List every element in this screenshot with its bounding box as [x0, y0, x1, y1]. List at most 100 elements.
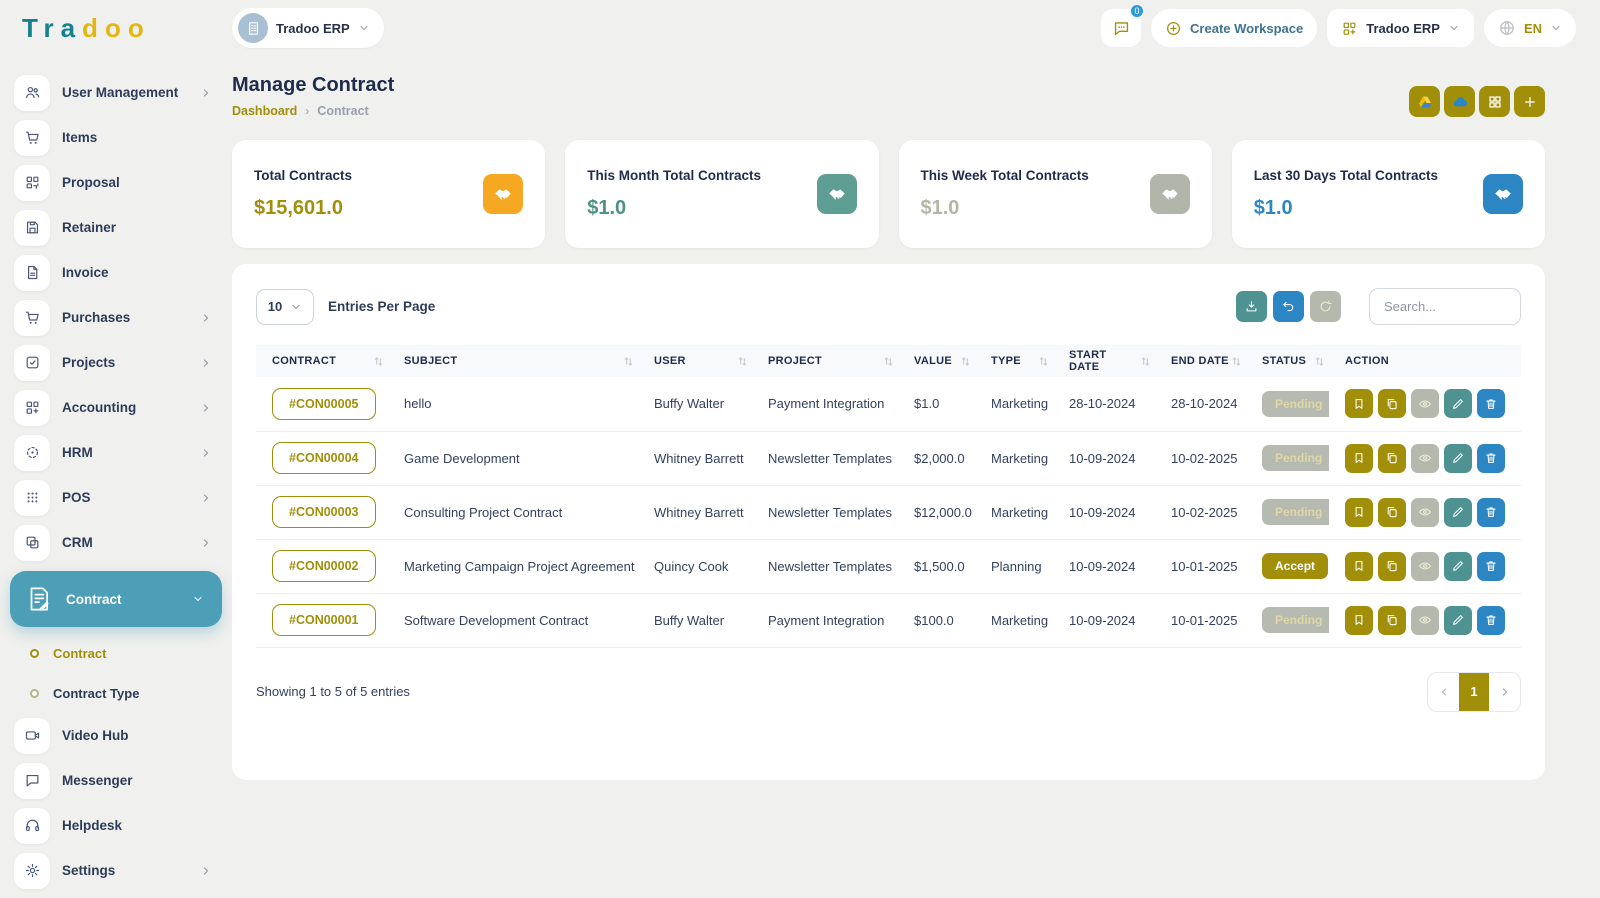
language-selector[interactable]: EN: [1483, 9, 1576, 47]
bookmark-button[interactable]: [1345, 497, 1373, 527]
sidebar-item-contract[interactable]: Contract: [10, 571, 222, 627]
create-workspace-button[interactable]: Create Workspace: [1151, 9, 1318, 47]
trash-button[interactable]: [1477, 551, 1505, 581]
breadcrumb: Dashboard › Contract: [232, 104, 394, 118]
stat-card-total-contracts: Total Contracts $15,601.0: [232, 140, 546, 248]
sidebar-item-pos[interactable]: POS: [0, 475, 232, 520]
column-header-end-date[interactable]: END DATE: [1155, 345, 1246, 377]
contract-id-badge[interactable]: #CON00002: [272, 550, 376, 582]
export-download-button[interactable]: [1236, 291, 1267, 322]
chevron-right-icon: [1499, 686, 1511, 698]
sidebar-item-crm[interactable]: CRM: [0, 520, 232, 565]
trash-button[interactable]: [1477, 605, 1505, 635]
sidebar-item-proposal[interactable]: Proposal: [0, 160, 232, 205]
contract-id-badge[interactable]: #CON00001: [272, 604, 376, 636]
sidebar-item-retainer[interactable]: Retainer: [0, 205, 232, 250]
plus-button[interactable]: [1514, 86, 1545, 117]
eye-button[interactable]: [1411, 605, 1439, 635]
eye-button[interactable]: [1411, 389, 1439, 419]
workspace-selector[interactable]: Tradoo ERP: [232, 8, 384, 48]
column-header-user[interactable]: USER: [638, 345, 752, 377]
eye-button[interactable]: [1411, 443, 1439, 473]
cloud-button[interactable]: [1444, 86, 1475, 117]
column-header-value[interactable]: VALUE: [898, 345, 975, 377]
topbar: Tradoo Tradoo ERP 0 Create Workspace Tra…: [0, 0, 1600, 56]
stat-label: This Month Total Contracts: [587, 168, 761, 183]
pencil-button[interactable]: [1444, 389, 1472, 419]
sort-icon: [737, 356, 748, 367]
sidebar-subitem-contract-type[interactable]: Contract Type: [0, 673, 232, 713]
copy-button[interactable]: [1378, 389, 1406, 419]
contract-id-badge[interactable]: #CON00004: [272, 442, 376, 474]
breadcrumb-dashboard-link[interactable]: Dashboard: [232, 104, 297, 118]
copy-button[interactable]: [1378, 551, 1406, 581]
column-header-type[interactable]: TYPE: [975, 345, 1053, 377]
cart-icon: [14, 299, 50, 336]
eye-icon: [1418, 451, 1432, 465]
trash-button[interactable]: [1477, 443, 1505, 473]
pencil-button[interactable]: [1444, 605, 1472, 635]
sidebar-item-invoice[interactable]: Invoice: [0, 250, 232, 295]
sidebar-subitem-contract[interactable]: Contract: [0, 633, 232, 673]
copy-button[interactable]: [1378, 443, 1406, 473]
contract-id-badge[interactable]: #CON00005: [272, 387, 376, 420]
chevron-right-icon: [200, 865, 212, 877]
pencil-button[interactable]: [1444, 551, 1472, 581]
table-row: #CON00001 Software Development Contract Bu…: [256, 593, 1521, 648]
pencil-button[interactable]: [1444, 443, 1472, 473]
bookmark-button[interactable]: [1345, 551, 1373, 581]
sidebar-item-accounting[interactable]: Accounting: [0, 385, 232, 430]
sidebar-item-purchases[interactable]: Purchases: [0, 295, 232, 340]
refresh-button[interactable]: [1310, 291, 1341, 322]
column-header-contract[interactable]: CONTRACT: [256, 345, 388, 377]
column-header-start-date[interactable]: START DATE: [1053, 345, 1155, 377]
cell-action: [1329, 377, 1521, 432]
chevron-right-icon: [200, 87, 212, 99]
bookmark-button[interactable]: [1345, 389, 1373, 419]
column-label: STATUS: [1262, 355, 1307, 367]
chevron-right-icon: [200, 537, 212, 549]
drive-button[interactable]: [1409, 86, 1440, 117]
grid-button[interactable]: [1479, 86, 1510, 117]
erp-apps-button[interactable]: Tradoo ERP: [1327, 9, 1474, 47]
handshake-icon: [483, 174, 524, 214]
next-page-button[interactable]: [1489, 672, 1520, 711]
column-label: VALUE: [914, 355, 952, 367]
sidebar-item-label: Settings: [62, 863, 116, 878]
column-header-status[interactable]: STATUS: [1246, 345, 1329, 377]
undo-button[interactable]: [1273, 291, 1304, 322]
trash-icon: [1484, 505, 1498, 519]
sidebar-item-messenger[interactable]: Messenger: [0, 758, 232, 803]
trash-button[interactable]: [1477, 497, 1505, 527]
bookmark-button[interactable]: [1345, 605, 1373, 635]
sidebar-item-helpdesk[interactable]: Helpdesk: [0, 803, 232, 848]
column-header-project[interactable]: PROJECT: [752, 345, 898, 377]
table-row: #CON00002 Marketing Campaign Project Agre…: [256, 539, 1521, 594]
eye-button[interactable]: [1411, 551, 1439, 581]
cell-user: Whitney Barrett: [638, 485, 752, 540]
copy-button[interactable]: [1378, 497, 1406, 527]
plus-icon: [1522, 94, 1538, 110]
entries-per-page-select[interactable]: 10: [256, 288, 314, 325]
sidebar-item-user-management[interactable]: User Management: [0, 70, 232, 115]
headset-icon: [14, 807, 50, 844]
sidebar-item-projects[interactable]: Projects: [0, 340, 232, 385]
copy-button[interactable]: [1378, 605, 1406, 635]
prev-page-button[interactable]: [1428, 672, 1459, 711]
column-header-subject[interactable]: SUBJECT: [388, 345, 638, 377]
search-input[interactable]: [1369, 288, 1521, 325]
pencil-icon: [1451, 451, 1465, 465]
trash-button[interactable]: [1477, 389, 1505, 419]
page-number-current[interactable]: 1: [1459, 672, 1489, 711]
sidebar-item-video-hub[interactable]: Video Hub: [0, 713, 232, 758]
sidebar-item-items[interactable]: Items: [0, 115, 232, 160]
bookmark-button[interactable]: [1345, 443, 1373, 473]
contract-id-badge[interactable]: #CON00003: [272, 496, 376, 528]
cell-status: Pending: [1246, 485, 1329, 540]
eye-button[interactable]: [1411, 497, 1439, 527]
chat-button[interactable]: 0: [1101, 3, 1146, 47]
logo-letter: d: [82, 12, 105, 43]
sidebar-item-hrm[interactable]: HRM: [0, 430, 232, 475]
pencil-button[interactable]: [1444, 497, 1472, 527]
sidebar-item-settings[interactable]: Settings: [0, 848, 232, 893]
